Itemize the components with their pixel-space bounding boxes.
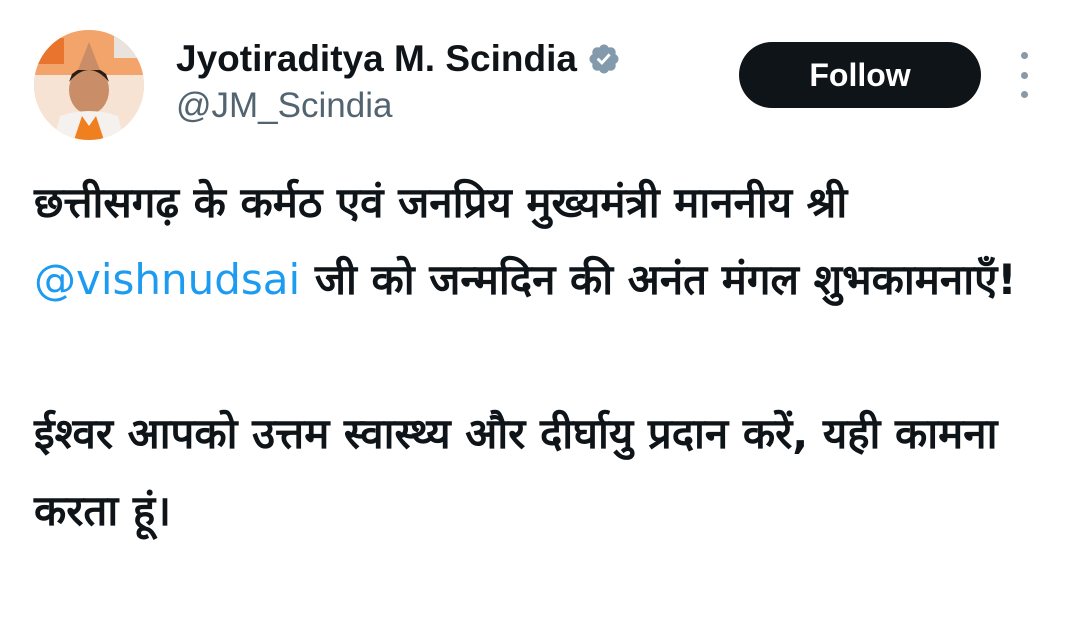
more-vertical-icon[interactable] (1008, 52, 1040, 98)
tweet-paragraph-2: ईश्वर आपको उत्तम स्वास्थ्य और दीर्घायु प… (34, 409, 998, 535)
dot (1020, 52, 1028, 59)
avatar-image (34, 30, 144, 140)
dot (1020, 91, 1028, 98)
tweet-text-part-1: छत्तीसगढ़ के कर्मठ एवं जनप्रिय मुख्यमंत्… (34, 178, 848, 227)
verified-badge-icon[interactable] (587, 42, 621, 76)
avatar[interactable] (34, 30, 144, 140)
tweet-card: Jyotiraditya M. Scindia @JM_Scindia Foll… (0, 0, 1080, 620)
name-row: Jyotiraditya M. Scindia (176, 36, 621, 82)
follow-button[interactable]: Follow (739, 42, 981, 108)
display-name[interactable]: Jyotiraditya M. Scindia (176, 38, 577, 80)
user-handle[interactable]: @JM_Scindia (176, 86, 621, 126)
tweet-paragraph-1: छत्तीसगढ़ के कर्मठ एवं जनप्रिय मुख्यमंत्… (34, 164, 1054, 318)
user-info: Jyotiraditya M. Scindia @JM_Scindia (176, 36, 621, 126)
dot (1020, 71, 1028, 79)
mention-link[interactable]: @vishnudsai (34, 255, 300, 304)
tweet-text-part-2: जी को जन्मदिन की अनंत मंगल शुभकामनाएँ! (300, 255, 1017, 304)
tweet-text: छत्तीसगढ़ के कर्मठ एवं जनप्रिय मुख्यमंत्… (34, 164, 1054, 549)
